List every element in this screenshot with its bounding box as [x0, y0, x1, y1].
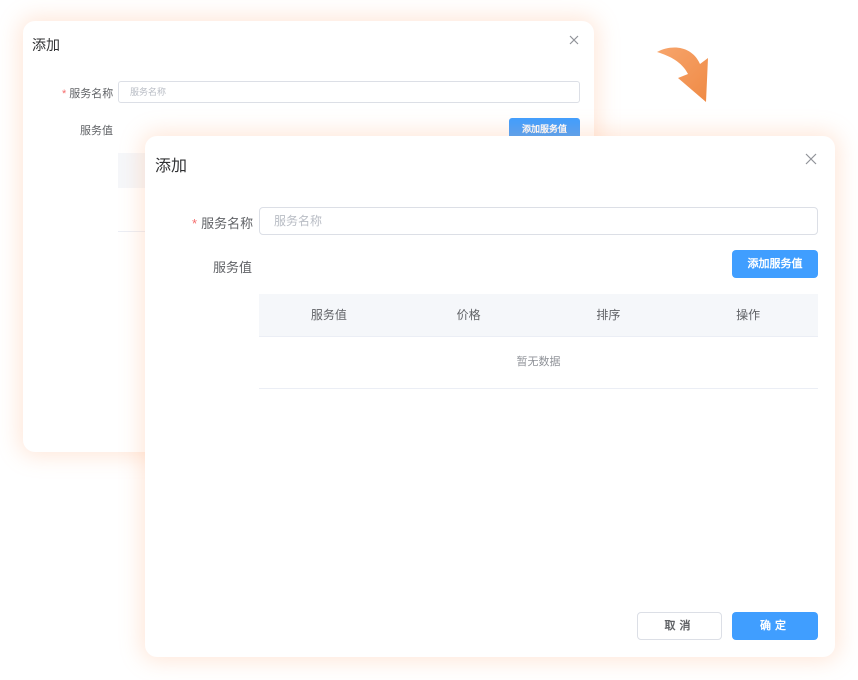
dialog-title: 添加	[155, 158, 188, 175]
add-dialog: 添加 * 服务名称 服务名称 服务值 添加服务值 服务值 价格 排序 操作 暂无数…	[145, 136, 835, 657]
service-name-label-text: 服务名称	[69, 88, 114, 100]
service-value-label: 服务值	[213, 260, 253, 275]
service-name-label: * 服务名称	[62, 85, 113, 101]
service-name-label-text: 服务名称	[201, 216, 254, 231]
column-header-price: 价格	[456, 308, 481, 322]
column-header-sort: 排序	[596, 308, 621, 322]
empty-table-text: 暂无数据	[259, 337, 818, 389]
service-name-label: * 服务名称	[192, 213, 253, 232]
service-value-table: 服务值 价格 排序 操作 暂无数据	[259, 294, 818, 389]
confirm-button[interactable]: 确定	[732, 612, 818, 640]
close-icon[interactable]	[805, 153, 817, 165]
curved-arrow-icon	[657, 47, 708, 102]
table-header: 服务值 价格 排序 操作	[259, 294, 818, 337]
service-name-input[interactable]: 服务名称	[259, 207, 818, 235]
add-service-value-button[interactable]: 添加服务值	[732, 250, 818, 278]
close-icon[interactable]	[567, 33, 581, 47]
cancel-button[interactable]: 取消	[637, 612, 722, 640]
required-star: *	[62, 88, 67, 100]
column-header-actions: 操作	[736, 308, 761, 322]
column-header-service-value: 服务值	[310, 308, 347, 322]
dialog-title: 添加	[32, 37, 60, 53]
service-value-label: 服务值	[80, 125, 113, 137]
service-name-input[interactable]: 服务名称	[118, 81, 580, 103]
required-star: *	[192, 216, 198, 231]
stage: 添加 *服务名称 服务名称 服务值 添加服务值 添加 *服务名称 服务名称	[0, 0, 858, 680]
